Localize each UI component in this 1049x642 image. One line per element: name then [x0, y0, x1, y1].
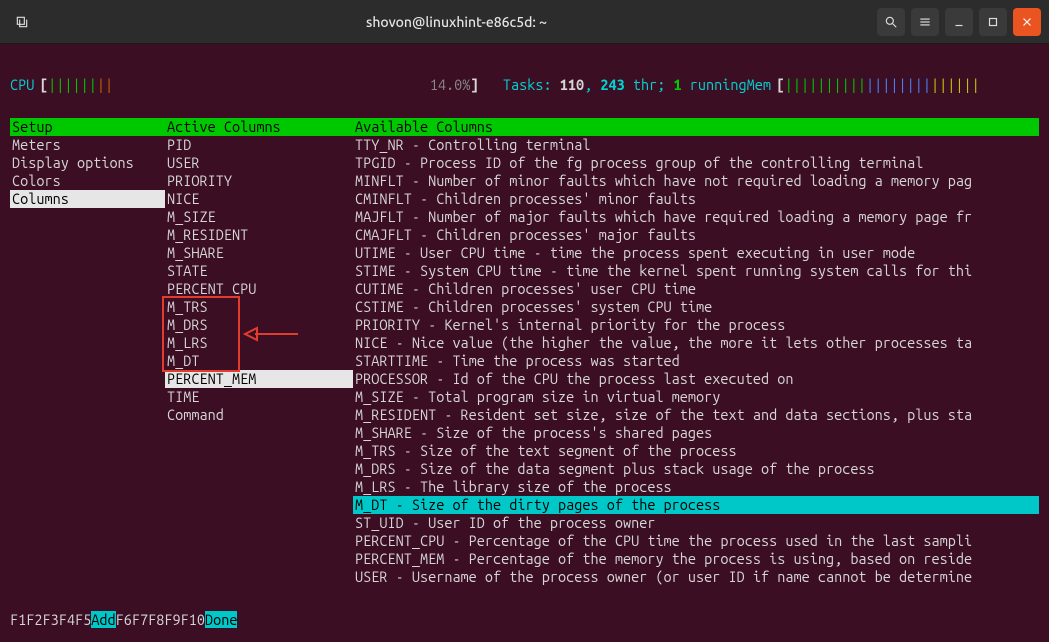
available-columns-panel-item[interactable]: STIME - System CPU time - time the kerne… [353, 262, 1039, 280]
available-columns-panel: Available Columns TTY_NR - Controlling t… [353, 118, 1039, 586]
fkey-F1: F1 [10, 611, 26, 628]
close-button[interactable] [1013, 8, 1041, 36]
available-columns-panel-item[interactable]: M_LRS - The library size of the process [353, 478, 1039, 496]
fkey-F4: F4 [59, 611, 75, 628]
available-columns-panel-item[interactable]: M_RESIDENT - Resident set size, size of … [353, 406, 1039, 424]
available-columns-panel-item[interactable]: M_TRS - Size of the text segment of the … [353, 442, 1039, 460]
available-columns-panel-item[interactable]: ST_UID - User ID of the process owner [353, 514, 1039, 532]
fkey-F5: F5 [75, 611, 91, 628]
active-columns-panel-item[interactable]: PERCENT_CPU [165, 280, 353, 298]
available-columns-panel-item[interactable]: TTY_NR - Controlling terminal [353, 136, 1039, 154]
available-columns-panel-item[interactable]: USER - Username of the process owner (or… [353, 568, 1039, 586]
fkey-label-F10[interactable]: Done [205, 611, 237, 628]
available-columns-panel-item[interactable]: STARTTIME - Time the process was started [353, 352, 1039, 370]
available-columns-panel-item[interactable]: M_DRS - Size of the data segment plus st… [353, 460, 1039, 478]
titlebar: shovon@linuxhint-e86c5d: ~ [0, 0, 1049, 44]
fkey-label-F5[interactable]: Add [91, 611, 115, 628]
setup-panel-item[interactable]: Colors [10, 172, 165, 190]
active-columns-panel-item[interactable]: M_RESIDENT [165, 226, 353, 244]
fkey-F6: F6 [116, 611, 132, 628]
available-columns-panel-item[interactable]: MAJFLT - Number of major faults which ha… [353, 208, 1039, 226]
fkey-F10: F10 [181, 611, 205, 628]
fkey-F2: F2 [26, 611, 42, 628]
active-columns-panel-item[interactable]: M_DRS [165, 316, 353, 334]
active-columns-panel-item[interactable]: M_LRS [165, 334, 353, 352]
available-columns-panel-item[interactable]: PROCESSOR - Id of the CPU the process la… [353, 370, 1039, 388]
setup-panel-item[interactable]: Meters [10, 136, 165, 154]
terminal-content: CPU[|||||||| 14.0%] Tasks: 110, 243 thr;… [0, 44, 1049, 604]
active-columns-panel-item[interactable]: Command [165, 406, 353, 424]
active-columns-panel-item[interactable]: PID [165, 136, 353, 154]
active-columns-panel-item[interactable]: PRIORITY [165, 172, 353, 190]
available-columns-panel-item[interactable]: UTIME - User CPU time - time the process… [353, 244, 1039, 262]
setup-panel: Setup MetersDisplay optionsColorsColumns [10, 118, 165, 586]
window-title: shovon@linuxhint-e86c5d: ~ [36, 14, 877, 30]
search-button[interactable] [877, 8, 905, 36]
active-columns-panel-header: Active Columns [165, 118, 353, 136]
fkey-F7: F7 [132, 611, 148, 628]
function-key-bar: F1 F2 F3 F4 F5Add F6 F7 F8 F9 F10Done [10, 611, 1039, 628]
new-tab-button[interactable] [8, 8, 36, 36]
available-columns-panel-item[interactable]: M_SHARE - Size of the process's shared p… [353, 424, 1039, 442]
available-columns-panel-item[interactable]: NICE - Nice value (the higher the value,… [353, 334, 1039, 352]
available-columns-panel-item[interactable]: M_DT - Size of the dirty pages of the pr… [353, 496, 1039, 514]
active-columns-panel-item[interactable]: NICE [165, 190, 353, 208]
available-columns-panel-item[interactable]: PERCENT_CPU - Percentage of the CPU time… [353, 532, 1039, 550]
maximize-button[interactable] [979, 8, 1007, 36]
active-columns-panel-item[interactable]: M_DT [165, 352, 353, 370]
setup-panel-item[interactable]: Display options [10, 154, 165, 172]
minimize-button[interactable] [945, 8, 973, 36]
active-columns-panel: Active Columns PIDUSERPRIORITYNICEM_SIZE… [165, 118, 353, 586]
active-columns-panel-item[interactable]: M_SHARE [165, 244, 353, 262]
active-columns-panel-item[interactable]: M_SIZE [165, 208, 353, 226]
available-columns-panel-item[interactable]: M_SIZE - Total program size in virtual m… [353, 388, 1039, 406]
active-columns-panel-item[interactable]: STATE [165, 262, 353, 280]
available-columns-panel-item[interactable]: TPGID - Process ID of the fg process gro… [353, 154, 1039, 172]
active-columns-panel-item[interactable]: PERCENT_MEM [165, 370, 353, 388]
menu-button[interactable] [911, 8, 939, 36]
available-columns-panel-item[interactable]: CMAJFLT - Children processes' major faul… [353, 226, 1039, 244]
available-columns-panel-item[interactable]: PRIORITY - Kernel's internal priority fo… [353, 316, 1039, 334]
available-columns-panel-item[interactable]: CSTIME - Children processes' system CPU … [353, 298, 1039, 316]
active-columns-panel-item[interactable]: USER [165, 154, 353, 172]
available-columns-panel-item[interactable]: PERCENT_MEM - Percentage of the memory t… [353, 550, 1039, 568]
setup-panel-item[interactable]: Columns [10, 190, 165, 208]
available-columns-panel-header: Available Columns [353, 118, 1039, 136]
available-columns-panel-item[interactable]: CUTIME - Children processes' user CPU ti… [353, 280, 1039, 298]
fkey-F8: F8 [148, 611, 164, 628]
fkey-F3: F3 [43, 611, 59, 628]
active-columns-panel-item[interactable]: TIME [165, 388, 353, 406]
available-columns-panel-item[interactable]: MINFLT - Number of minor faults which ha… [353, 172, 1039, 190]
setup-panel-header: Setup [10, 118, 165, 136]
available-columns-panel-item[interactable]: CMINFLT - Children processes' minor faul… [353, 190, 1039, 208]
fkey-F9: F9 [164, 611, 180, 628]
active-columns-panel-item[interactable]: M_TRS [165, 298, 353, 316]
